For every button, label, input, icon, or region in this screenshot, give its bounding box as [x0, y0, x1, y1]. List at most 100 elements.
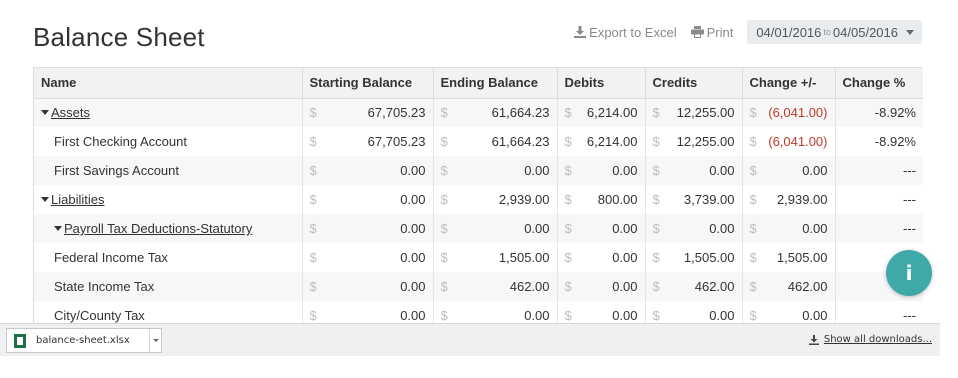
currency-symbol: $ — [652, 250, 660, 265]
download-menu-button[interactable] — [149, 329, 161, 352]
amount-cell-credits: $0.00 — [645, 214, 743, 243]
download-icon — [808, 334, 819, 345]
balance-table-container: Name Starting Balance Ending Balance Deb… — [33, 67, 923, 330]
amount-value: 0.00 — [612, 250, 638, 265]
currency-symbol: $ — [652, 221, 660, 236]
currency-symbol: $ — [564, 250, 572, 265]
amount-cell-end: $0.00 — [433, 156, 558, 185]
amount-value: 67,705.23 — [367, 105, 426, 121]
amount-value: 0.00 — [612, 308, 638, 323]
account-name: First Checking Account — [54, 134, 187, 149]
balance-table: Name Starting Balance Ending Balance Deb… — [34, 68, 923, 330]
row-name-cell[interactable]: Assets — [34, 98, 303, 127]
amount-value: 0.00 — [709, 221, 735, 236]
amount-cell-credits: $3,739.00 — [645, 185, 743, 214]
column-header[interactable]: Change % — [835, 68, 923, 99]
row-name-cell[interactable]: Liabilities — [34, 185, 303, 214]
currency-symbol: $ — [309, 163, 317, 178]
show-all-downloads-link[interactable]: Show all downloads... — [808, 334, 932, 345]
column-header[interactable]: Starting Balance — [302, 68, 434, 99]
excel-file-icon — [14, 333, 26, 348]
currency-symbol: $ — [440, 250, 448, 265]
currency-symbol: $ — [440, 192, 448, 207]
row-name-cell[interactable]: Payroll Tax Deductions-Statutory — [34, 214, 303, 243]
change-percent-cell: --- — [835, 156, 923, 185]
currency-symbol: $ — [749, 105, 757, 121]
amount-cell-start: $0.00 — [302, 214, 434, 243]
amount-cell-end: $61,664.23 — [433, 98, 558, 127]
currency-symbol: $ — [652, 134, 660, 149]
amount-cell-start: $0.00 — [302, 272, 434, 301]
download-item[interactable]: balance-sheet.xlsx — [6, 328, 162, 353]
print-button[interactable]: Print — [690, 24, 734, 40]
chevron-down-icon — [906, 29, 914, 35]
amount-value: (6,041.00) — [768, 105, 828, 121]
export-to-excel-button[interactable]: Export to Excel — [574, 25, 677, 40]
date-end: 04/05/2016 — [832, 24, 898, 40]
table-row: Liabilities $0.00 $2,939.00 $800.00 $3,739.0… — [34, 185, 923, 214]
amount-cell-change: $2,939.00 — [742, 185, 836, 214]
change-percent-cell: --- — [835, 214, 923, 243]
currency-symbol: $ — [652, 105, 660, 121]
group-toggle-link[interactable]: Liabilities — [51, 192, 104, 207]
amount-cell-start: $0.00 — [302, 156, 434, 185]
currency-symbol: $ — [749, 163, 757, 178]
group-toggle-link[interactable]: Payroll Tax Deductions-Statutory — [64, 221, 252, 236]
column-header[interactable]: Name — [34, 68, 303, 99]
amount-value: 67,705.23 — [367, 134, 426, 149]
group-toggle-link[interactable]: Assets — [51, 105, 90, 120]
amount-value: 0.00 — [524, 221, 550, 236]
info-button[interactable]: i — [886, 250, 932, 296]
amount-cell-debits: $0.00 — [557, 156, 646, 185]
currency-symbol: $ — [309, 192, 317, 207]
caret-down-icon[interactable] — [41, 110, 49, 116]
amount-value: 0.00 — [400, 221, 426, 236]
amount-value: 2,939.00 — [776, 192, 828, 207]
amount-value: 462.00 — [694, 279, 735, 294]
currency-symbol: $ — [749, 250, 757, 265]
table-row: First Checking Account $67,705.23 $61,664.… — [34, 127, 923, 156]
table-row: State Income Tax $0.00 $462.00 $0.00 $462.00… — [34, 272, 923, 301]
row-name-cell: State Income Tax — [34, 272, 303, 301]
amount-cell-end: $462.00 — [433, 272, 558, 301]
amount-cell-debits: $6,214.00 — [557, 98, 646, 127]
amount-value: 0.00 — [802, 221, 828, 236]
currency-symbol: $ — [749, 221, 757, 236]
amount-value: 0.00 — [709, 308, 735, 323]
caret-down-icon[interactable] — [54, 226, 62, 232]
column-header[interactable]: Credits — [645, 68, 743, 99]
currency-symbol: $ — [652, 192, 660, 207]
amount-cell-change: $0.00 — [742, 156, 836, 185]
currency-symbol: $ — [652, 163, 660, 178]
date-start: 04/01/2016 — [756, 24, 822, 40]
currency-symbol: $ — [749, 192, 757, 207]
account-name: City/County Tax — [54, 308, 145, 323]
toolbar: Export to Excel Print 04/01/2016 to 04/0… — [574, 20, 922, 44]
amount-value: 12,255.00 — [676, 105, 735, 121]
amount-value: 1,505.00 — [498, 250, 550, 265]
account-name: State Income Tax — [54, 279, 155, 294]
column-header[interactable]: Ending Balance — [433, 68, 558, 99]
amount-cell-end: $61,664.23 — [433, 127, 558, 156]
amount-cell-debits: $6,214.00 — [557, 127, 646, 156]
amount-cell-change: $ (6,041.00) — [742, 127, 836, 156]
currency-symbol: $ — [440, 163, 448, 178]
table-row: First Savings Account $0.00 $0.00 $0.00 $0.0… — [34, 156, 923, 185]
amount-value: 1,505.00 — [776, 250, 828, 265]
caret-down-icon[interactable] — [41, 197, 49, 203]
page-title: Balance Sheet — [33, 22, 205, 52]
amount-value: 0.00 — [612, 221, 638, 236]
amount-value: 0.00 — [802, 163, 828, 178]
amount-value: 462.00 — [787, 279, 828, 294]
currency-symbol: $ — [309, 279, 317, 294]
download-icon — [574, 26, 587, 38]
amount-cell-end: $0.00 — [433, 214, 558, 243]
currency-symbol: $ — [440, 279, 448, 294]
print-label: Print — [706, 24, 734, 40]
column-header[interactable]: Change +/- — [742, 68, 836, 99]
download-file-name: balance-sheet.xlsx — [36, 335, 130, 346]
column-header[interactable]: Debits — [557, 68, 646, 99]
row-name-cell: Federal Income Tax — [34, 243, 303, 272]
currency-symbol: $ — [309, 134, 317, 149]
date-range-select[interactable]: 04/01/2016 to 04/05/2016 — [747, 20, 922, 44]
